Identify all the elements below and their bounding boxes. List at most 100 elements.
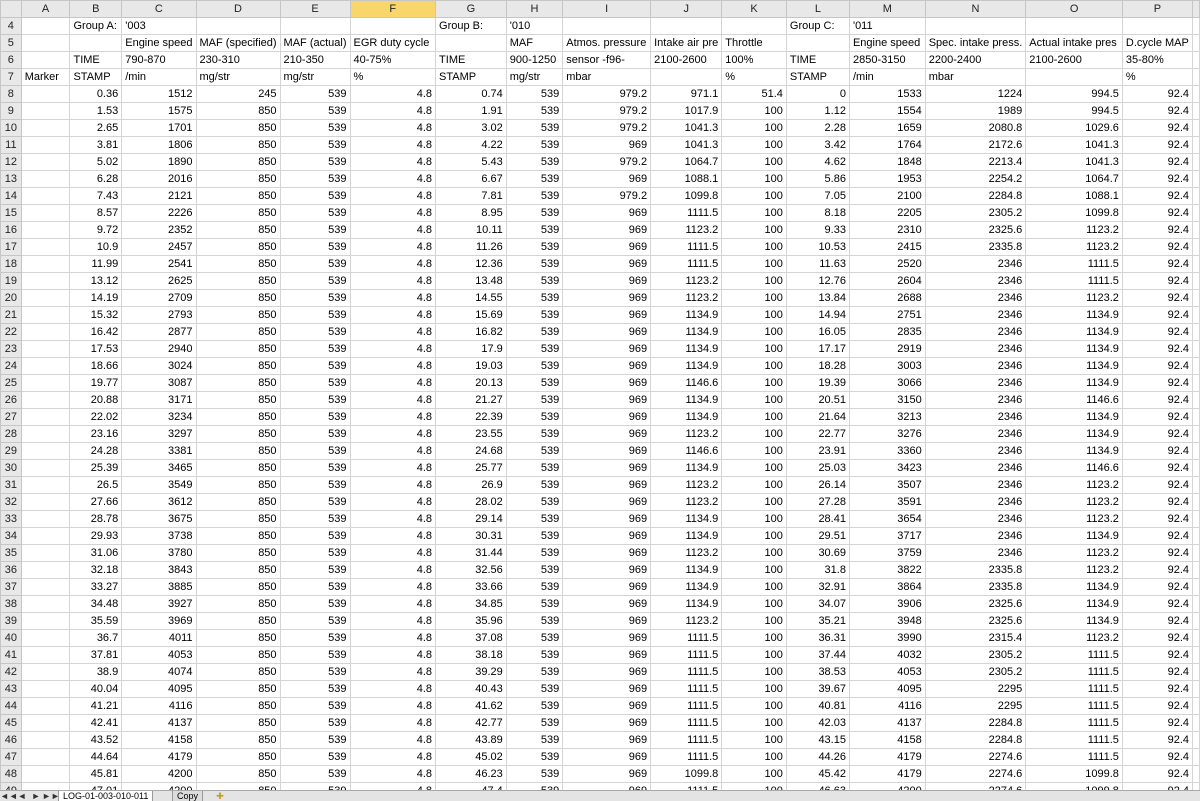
cell-h18[interactable]: 539	[505, 255, 564, 273]
cell-k23[interactable]: 100	[721, 340, 787, 358]
cell-b22[interactable]: 16.42	[69, 323, 123, 341]
cell-d26[interactable]: 850	[195, 391, 281, 409]
cell-b29[interactable]: 24.28	[69, 442, 123, 460]
cell-overflow[interactable]	[1192, 204, 1200, 222]
cell-d39[interactable]: 850	[195, 612, 281, 630]
cell-g33[interactable]: 29.14	[435, 510, 507, 528]
row-header-9[interactable]: 9	[0, 102, 22, 120]
cell-j25[interactable]: 1146.6	[650, 374, 723, 392]
column-header-e[interactable]: E	[279, 0, 351, 18]
cell-n30[interactable]: 2346	[924, 459, 1027, 477]
cell-a30[interactable]	[20, 459, 71, 477]
cell-c12[interactable]: 1890	[121, 153, 197, 171]
cell-m12[interactable]: 1848	[848, 153, 926, 171]
cell-b24[interactable]: 18.66	[69, 357, 123, 375]
cell-g39[interactable]: 35.96	[435, 612, 507, 630]
cell-f10[interactable]: 4.8	[349, 119, 437, 137]
cell-c27[interactable]: 3234	[121, 408, 197, 426]
cell-n36[interactable]: 2335.8	[924, 561, 1027, 579]
cell-p5[interactable]: D.cycle MAP	[1121, 34, 1194, 52]
cell-overflow[interactable]	[1192, 374, 1200, 392]
cell-k33[interactable]: 100	[721, 510, 787, 528]
cell-f34[interactable]: 4.8	[349, 527, 437, 545]
cell-h24[interactable]: 539	[505, 357, 564, 375]
cell-overflow[interactable]	[1192, 578, 1200, 596]
cell-a9[interactable]	[20, 102, 71, 120]
cell-k19[interactable]: 100	[721, 272, 787, 290]
cell-f35[interactable]: 4.8	[349, 544, 437, 562]
cell-h22[interactable]: 539	[505, 323, 564, 341]
cell-k28[interactable]: 100	[721, 425, 787, 443]
cell-a42[interactable]	[20, 663, 71, 681]
cell-a38[interactable]	[20, 595, 71, 613]
cell-g34[interactable]: 30.31	[435, 527, 507, 545]
cell-d47[interactable]: 850	[195, 748, 281, 766]
cell-k22[interactable]: 100	[721, 323, 787, 341]
cell-m34[interactable]: 3717	[848, 527, 926, 545]
cell-d11[interactable]: 850	[195, 136, 281, 154]
cell-e45[interactable]: 539	[279, 714, 351, 732]
cell-n13[interactable]: 2254.2	[924, 170, 1027, 188]
cell-g35[interactable]: 31.44	[435, 544, 507, 562]
cell-e36[interactable]: 539	[279, 561, 351, 579]
cell-n32[interactable]: 2346	[924, 493, 1027, 511]
cell-p45[interactable]: 92.4	[1121, 714, 1194, 732]
cell-a24[interactable]	[20, 357, 71, 375]
cell-overflow[interactable]	[1192, 323, 1200, 341]
cell-f33[interactable]: 4.8	[349, 510, 437, 528]
cell-o31[interactable]: 1123.2	[1025, 476, 1123, 494]
column-header-b[interactable]: B	[69, 0, 123, 18]
cell-d44[interactable]: 850	[195, 697, 281, 715]
cell-a17[interactable]	[20, 238, 71, 256]
cell-g14[interactable]: 7.81	[435, 187, 507, 205]
cell-n34[interactable]: 2346	[924, 527, 1027, 545]
cell-b30[interactable]: 25.39	[69, 459, 123, 477]
cell-overflow[interactable]	[1192, 272, 1200, 290]
cell-e40[interactable]: 539	[279, 629, 351, 647]
cell-b8[interactable]: 0.36	[69, 85, 123, 103]
cell-h28[interactable]: 539	[505, 425, 564, 443]
cell-f41[interactable]: 4.8	[349, 646, 437, 664]
cell-o7[interactable]	[1025, 68, 1123, 86]
cell-h33[interactable]: 539	[505, 510, 564, 528]
cell-h7[interactable]: mg/str	[505, 68, 564, 86]
cell-c32[interactable]: 3612	[121, 493, 197, 511]
cell-overflow[interactable]	[1192, 391, 1200, 409]
row-header-26[interactable]: 26	[0, 391, 22, 409]
cell-i24[interactable]: 969	[562, 357, 652, 375]
cell-h11[interactable]: 539	[505, 136, 564, 154]
cell-p48[interactable]: 92.4	[1121, 765, 1194, 783]
row-header-22[interactable]: 22	[0, 323, 22, 341]
cell-g42[interactable]: 39.29	[435, 663, 507, 681]
cell-overflow[interactable]	[1192, 170, 1200, 188]
cell-p33[interactable]: 92.4	[1121, 510, 1194, 528]
row-header-40[interactable]: 40	[0, 629, 22, 647]
cell-n17[interactable]: 2335.8	[924, 238, 1027, 256]
cell-d27[interactable]: 850	[195, 408, 281, 426]
cell-l18[interactable]: 11.63	[785, 255, 850, 273]
cell-g11[interactable]: 4.22	[435, 136, 507, 154]
cell-k36[interactable]: 100	[721, 561, 787, 579]
cell-h5[interactable]: MAF	[505, 34, 564, 52]
cell-p44[interactable]: 92.4	[1121, 697, 1194, 715]
cell-c38[interactable]: 3927	[121, 595, 197, 613]
cell-c47[interactable]: 4179	[121, 748, 197, 766]
cell-a45[interactable]	[20, 714, 71, 732]
cell-p18[interactable]: 92.4	[1121, 255, 1194, 273]
cell-h39[interactable]: 539	[505, 612, 564, 630]
cell-h40[interactable]: 539	[505, 629, 564, 647]
cell-k49[interactable]: 100	[721, 782, 787, 790]
cell-h38[interactable]: 539	[505, 595, 564, 613]
cell-h49[interactable]: 539	[505, 782, 564, 790]
cell-overflow[interactable]	[1192, 102, 1200, 120]
row-header-20[interactable]: 20	[0, 289, 22, 307]
cell-h21[interactable]: 539	[505, 306, 564, 324]
cell-overflow[interactable]	[1192, 85, 1200, 103]
cell-j38[interactable]: 1134.9	[650, 595, 723, 613]
cell-h44[interactable]: 539	[505, 697, 564, 715]
cell-b5[interactable]	[69, 34, 123, 52]
cell-a7[interactable]: Marker	[20, 68, 71, 86]
cell-m41[interactable]: 4032	[848, 646, 926, 664]
cell-c44[interactable]: 4116	[121, 697, 197, 715]
cell-l44[interactable]: 40.81	[785, 697, 850, 715]
